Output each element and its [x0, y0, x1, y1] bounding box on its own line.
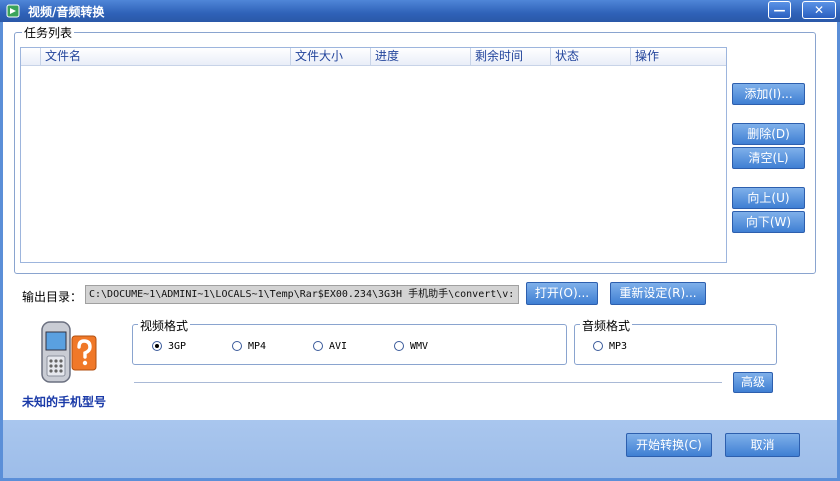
radio-circle [232, 341, 242, 351]
video-format-mp4-radio[interactable]: MP4 [232, 339, 266, 353]
task-list-title: 任务列表 [22, 24, 75, 41]
move-up-button[interactable]: 向上(U) [732, 187, 805, 209]
radio-circle [394, 341, 404, 351]
audio-format-title: 音频格式 [580, 317, 633, 334]
move-down-button[interactable]: 向下(W) [732, 211, 805, 233]
phone-model-label: 未知的手机型号 [22, 395, 107, 409]
audio-format-mp3-radio[interactable]: MP3 [593, 339, 627, 353]
video-format-group [132, 324, 567, 365]
delete-button[interactable]: 删除(D) [732, 123, 805, 145]
radio-circle-selected [152, 341, 162, 351]
radio-label: 3GP [168, 340, 187, 352]
radio-label: MP4 [248, 340, 267, 352]
advanced-button[interactable]: 高级 [733, 372, 773, 393]
window-title: 视频/音频转换 [28, 5, 105, 19]
output-dir-field[interactable]: C:\DOCUME~1\ADMINI~1\LOCALS~1\Temp\Rar$E… [85, 285, 519, 304]
app-icon [6, 4, 20, 18]
cancel-button[interactable]: 取消 [725, 433, 800, 457]
video-format-title: 视频格式 [138, 317, 191, 334]
title-bar[interactable]: 视频/音频转换 — ✕ [0, 0, 840, 22]
close-button[interactable]: ✕ [802, 1, 836, 19]
open-dir-button[interactable]: 打开(O)... [526, 282, 598, 305]
radio-label: AVI [329, 340, 348, 352]
reset-dir-button[interactable]: 重新设定(R)... [610, 282, 706, 305]
column-header-progress[interactable]: 进度 [371, 48, 471, 66]
footer-panel [0, 420, 840, 481]
column-header-actions[interactable]: 操作 [631, 48, 726, 66]
radio-circle [593, 341, 603, 351]
column-header-status[interactable]: 状态 [551, 48, 631, 66]
add-button[interactable]: 添加(I)... [732, 83, 805, 105]
list-header: 文件名 文件大小 进度 剩余时间 状态 操作 [21, 48, 726, 66]
start-convert-button[interactable]: 开始转换(C) [626, 433, 712, 457]
minimize-button[interactable]: — [768, 1, 791, 19]
column-header-remaining-time[interactable]: 剩余时间 [471, 48, 551, 66]
column-header-spacer [21, 48, 41, 66]
radio-label: WMV [410, 340, 429, 352]
separator-line [134, 382, 722, 383]
radio-label: MP3 [609, 340, 628, 352]
column-header-filesize[interactable]: 文件大小 [291, 48, 371, 66]
video-format-avi-radio[interactable]: AVI [313, 339, 347, 353]
radio-circle [313, 341, 323, 351]
column-header-filename[interactable]: 文件名 [41, 48, 291, 66]
output-dir-label: 输出目录： [22, 290, 83, 304]
task-list-view[interactable]: 文件名 文件大小 进度 剩余时间 状态 操作 [20, 47, 727, 263]
clear-button[interactable]: 清空(L) [732, 147, 805, 169]
video-format-wmv-radio[interactable]: WMV [394, 339, 428, 353]
video-format-3gp-radio[interactable]: 3GP [152, 339, 186, 353]
unknown-phone-icon [41, 321, 97, 383]
